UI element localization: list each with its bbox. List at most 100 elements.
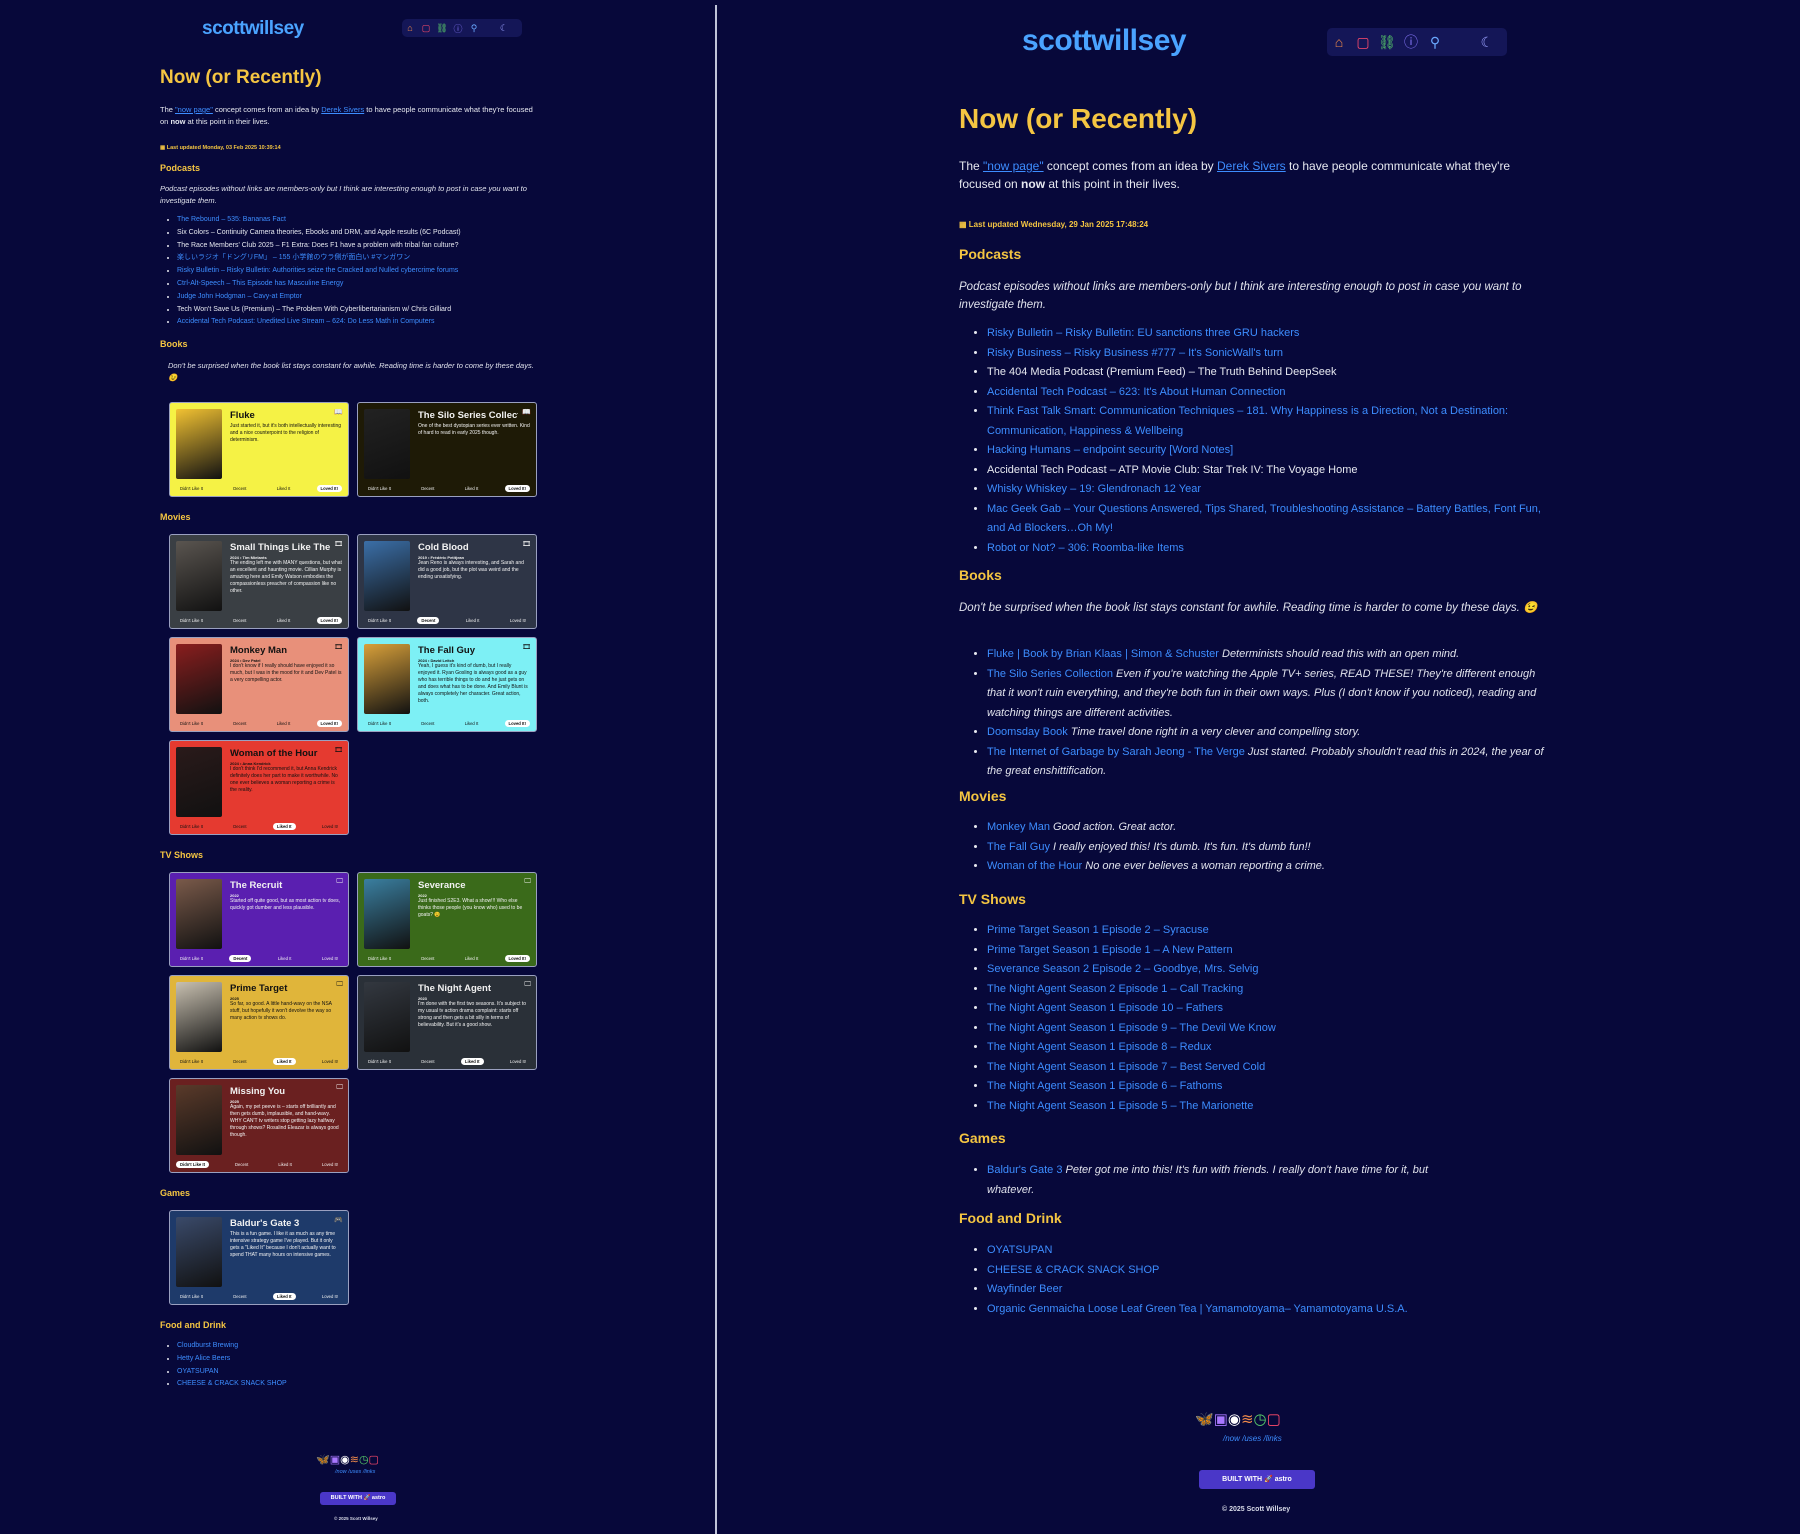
media-card[interactable]: Missing You 2025 Again, my pet peeve is – … [169,1078,349,1173]
card-description: I don't know if I really should have enj… [230,663,342,683]
list-item: Hacking Humans – endpoint security [Word… [987,441,1544,461]
site-logo[interactable]: scottwillsey [1022,24,1187,58]
item-link[interactable]: Severance Season 2 Episode 2 – Goodbye, … [987,963,1259,975]
episode-link[interactable]: Accidental Tech Podcast – 623: It's Abou… [987,386,1285,398]
list-item: Prime Target Season 1 Episode 1 – A New … [987,941,1544,961]
item-link[interactable]: OYATSUPAN [177,1368,219,1375]
bluesky-icon[interactable]: 🦋 [1195,1410,1214,1428]
home-icon[interactable]: ⌂ [402,23,418,33]
built-with-astro-badge[interactable]: BUILT WITH 🚀 astro [1199,1470,1315,1489]
item-link[interactable]: The Night Agent Season 2 Episode 1 – Cal… [987,983,1243,995]
episode-link[interactable]: The Rebound – 535: Bananas Fact [177,216,286,223]
rss-icon[interactable]: ≋ [1241,1410,1254,1428]
item-link[interactable]: Organic Genmaicha Loose Leaf Green Tea |… [987,1303,1408,1315]
feed-icon[interactable]: ▢ [369,1453,379,1466]
info-icon[interactable]: ⓘ [450,22,466,35]
mastodon-icon[interactable]: ▣ [1214,1410,1228,1428]
rating-row: Didn't Like It Decent Liked It Loved It! [364,617,530,624]
item-link[interactable]: The Night Agent Season 1 Episode 6 – Fat… [987,1080,1222,1092]
book-list: Fluke | Book by Brian Klaas | Simon & Sc… [959,645,1544,782]
moon-icon[interactable]: ☾ [1447,34,1493,51]
moon-icon[interactable]: ☾ [482,23,508,34]
item-link[interactable]: The Fall Guy [987,841,1050,853]
feed-icon[interactable]: ▢ [1267,1410,1281,1428]
search-icon[interactable]: ⚲ [466,23,482,34]
item-link[interactable]: The Night Agent Season 1 Episode 7 – Bes… [987,1061,1265,1073]
history-icon[interactable]: ◷ [359,1453,369,1466]
item-link[interactable]: The Night Agent Season 1 Episode 8 – Red… [987,1041,1211,1053]
episode-link[interactable]: Mac Geek Gab – Your Questions Answered, … [987,503,1541,535]
item-link[interactable]: Hetty Alice Beers [177,1355,230,1362]
item-link[interactable]: CHEESE & CRACK SNACK SHOP [177,1380,287,1387]
item-link[interactable]: Cloudburst Brewing [177,1342,238,1349]
item-link[interactable]: Woman of the Hour [987,860,1082,872]
item-link[interactable]: The Internet of Garbage by Sarah Jeong -… [987,746,1245,758]
item-link[interactable]: The Night Agent Season 1 Episode 10 – Fa… [987,1002,1223,1014]
episode-link[interactable]: Risky Bulletin – Risky Bulletin: EU sanc… [987,327,1299,339]
history-icon[interactable]: ◷ [1254,1410,1267,1428]
media-card[interactable]: The Silo Series Collection One of the bes… [357,402,537,497]
episode-link[interactable]: 楽しいラジオ「ドングリFM」 – 155 小学館のウラ側が面白い #マンガワン [177,254,410,261]
rating-option: Liked It [465,618,480,623]
media-card[interactable]: Fluke Just started it, but it's both inte… [169,402,349,497]
item-link[interactable]: CHEESE & CRACK SNACK SHOP [987,1264,1159,1276]
item-link[interactable]: Prime Target Season 1 Episode 2 – Syracu… [987,924,1209,936]
rss-icon[interactable]: ≋ [350,1453,359,1466]
media-card[interactable]: Cold Blood 2019 • Frédéric Petitjean Jean … [357,534,537,629]
item-link[interactable]: The Silo Series Collection [987,668,1113,680]
link-icon[interactable]: ⛓ [1375,34,1399,51]
item-link[interactable]: Doomsday Book [987,726,1068,738]
item-link[interactable]: Fluke | Book by Brian Klaas | Simon & Sc… [987,648,1219,660]
footer-links[interactable]: /now /uses /links [1223,1434,1282,1443]
built-with-astro-badge[interactable]: BUILT WITH 🚀 astro [320,1492,396,1505]
episode-link[interactable]: Robot or Not? – 306: Roomba-like Items [987,542,1184,554]
media-card[interactable]: Severance 2022 Just finished S2E3. What a … [357,872,537,967]
item-link[interactable]: The Night Agent Season 1 Episode 5 – The… [987,1100,1253,1112]
list-item: CHEESE & CRACK SNACK SHOP [987,1261,1544,1281]
media-card[interactable]: Woman of the Hour 2024 • Anna Kendrick I d… [169,740,349,835]
now-page-link[interactable]: "now page" [175,105,213,114]
github-icon[interactable]: ◉ [340,1453,350,1466]
right-pane: scottwillsey ⌂ ▢ ⛓ ⓘ ⚲ ☾ Now (or Recentl… [717,0,1800,1534]
derek-sivers-link[interactable]: Derek Sivers [321,105,364,114]
footer-links[interactable]: /now /uses /links [335,1469,375,1475]
media-card[interactable]: Small Things Like These 2024 • Tim Mielan… [169,534,349,629]
home-icon[interactable]: ⌂ [1327,34,1351,50]
media-card[interactable]: Prime Target 2025 So far, so good. A littl… [169,975,349,1070]
item-link[interactable]: Monkey Man [987,821,1050,833]
item-link[interactable]: Wayfinder Beer [987,1283,1062,1295]
now-page-link[interactable]: "now page" [983,159,1044,173]
list-item: Prime Target Season 1 Episode 2 – Syracu… [987,921,1544,941]
item-link[interactable]: Prime Target Season 1 Episode 1 – A New … [987,944,1233,956]
media-card[interactable]: Baldur's Gate 3 This is a fun game. I lik… [169,1210,349,1305]
episode-link[interactable]: Accidental Tech Podcast: Unedited Live S… [177,318,434,325]
episode-link[interactable]: Hacking Humans – endpoint security [Word… [987,444,1233,456]
episode-link[interactable]: Risky Business – Risky Business #777 – I… [987,347,1283,359]
media-card[interactable]: The Night Agent 2023 I'm done with the fir… [357,975,537,1070]
chat-icon[interactable]: ▢ [418,23,434,34]
chat-icon[interactable]: ▢ [1351,34,1375,51]
link-icon[interactable]: ⛓ [434,23,450,34]
media-card[interactable]: The Recruit 2022 Started off quite good, b… [169,872,349,967]
github-icon[interactable]: ◉ [1228,1410,1241,1428]
episode-link[interactable]: Judge John Hodgman – Cavy-at Emptor [177,293,302,300]
media-card[interactable]: Monkey Man 2024 • Dev Patel I don't know i… [169,637,349,732]
media-card[interactable]: The Fall Guy 2024 • David Leitch Yeah, I g… [357,637,537,732]
derek-sivers-link[interactable]: Derek Sivers [1217,159,1286,173]
card-title: Prime Target [230,983,288,994]
episode-link[interactable]: Think Fast Talk Smart: Communication Tec… [987,405,1508,437]
episode-link[interactable]: Whisky Whiskey – 19: Glendronach 12 Year [987,483,1201,495]
mastodon-icon[interactable]: ▣ [330,1453,340,1466]
search-icon[interactable]: ⚲ [1423,34,1447,51]
item-link[interactable]: The Night Agent Season 1 Episode 9 – The… [987,1022,1276,1034]
episode-link[interactable]: Ctrl-Alt-Speech – This Episode has Mascu… [177,280,343,287]
episode-link[interactable]: Risky Bulletin – Risky Bulletin: Authori… [177,267,458,274]
card-description: Just finished S2E3. What a show!!! Who e… [418,898,523,918]
list-item: Ctrl-Alt-Speech – This Episode has Mascu… [177,278,560,291]
info-icon[interactable]: ⓘ [1399,32,1423,52]
poster-image [176,747,222,817]
bluesky-icon[interactable]: 🦋 [316,1453,330,1466]
item-link[interactable]: OYATSUPAN [987,1244,1052,1256]
site-logo[interactable]: scottwillsey [202,18,304,40]
item-link[interactable]: Baldur's Gate 3 [987,1164,1062,1176]
